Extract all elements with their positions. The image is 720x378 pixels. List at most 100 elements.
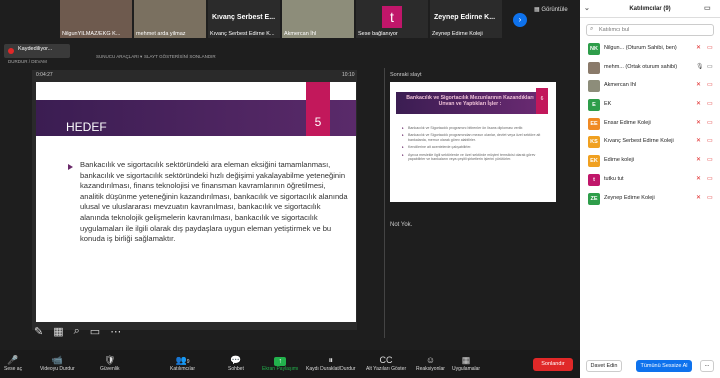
video-off-icon[interactable]: ▭ [707,119,713,126]
recording-indicator[interactable]: Kaydediliyor... [4,44,70,58]
mic-muted-icon[interactable]: ✕ [696,156,701,163]
mute-all-button[interactable]: Tümünü Sessize Al [636,360,692,372]
mic-muted-icon[interactable]: ✕ [696,100,701,107]
subtitles-icon[interactable]: ▭ [90,325,100,338]
toolbar-item[interactable]: 🎤 Sese aç [4,354,22,372]
more-options-icon[interactable]: ⋯ [110,325,121,338]
toolbar-icon: 💬 [230,355,242,365]
list-item[interactable]: KS Kıvanç Serbest Edirne Koleji ✕ ▭ [580,133,720,152]
video-off-icon[interactable]: ▭ [707,44,713,51]
video-thumbnail[interactable]: Akmercan İhl [282,0,354,38]
search-placeholder: Katılımcı bul [599,27,630,33]
video-off-icon[interactable]: ▭ [707,137,713,144]
toolbar-icon: 🎤 [7,355,19,365]
more-button[interactable]: ... [700,360,714,372]
avatar: EK [588,155,600,168]
toolbar-item[interactable]: 🛡 Güvenlik [100,354,119,372]
video-thumbnails: NilgunYILMAZ/EKG K... mehmet arda yilmaz K… [60,0,502,38]
avatar: t [382,6,402,28]
share-screen-icon: ↑ [274,357,287,366]
meeting-toolbar: 🎤 Sese aç 📹 Videoyu Durdur 🛡 Güvenlik 👥9 Katılı… [0,350,580,378]
participant-name: Ensar Edirne Koleji [604,119,651,126]
mic-muted-icon[interactable]: ✕ [696,137,701,144]
toolbar-icon: ▦ [461,355,471,365]
list-item: Ayrıca meslekle ilgili sektörlerde ve öz… [402,153,547,162]
toolbar-item[interactable]: 👥9 Katılımcılar [170,354,195,372]
next-slide-label: Sonraki slayt [390,72,422,78]
toolbar-item[interactable]: ▦ Uygulamalar [452,354,480,372]
participant-list: NK Nilgun... (Oturum Sahibi, ben) ✕ ▭ mehm..… [580,40,720,208]
video-thumbnail[interactable]: Kıvanç Serbest E... Kıvanç Serbest Edirne… [208,0,280,38]
avatar: t [588,173,600,186]
collapse-icon[interactable]: ⌄ [584,0,590,18]
speaker-notes: Not Yok. [390,222,413,228]
mic-muted-icon[interactable]: ✕ [696,175,701,182]
mic-muted-icon[interactable]: ✕ [696,81,701,88]
video-thumbnail[interactable]: Zeynep Edirne K... Zeynep Edirne Koleji [430,0,502,38]
video-off-icon[interactable]: ▭ [707,63,713,70]
participant-name: Akmercan İhl [604,82,637,89]
mic-muted-icon[interactable]: 🎙 [696,63,704,70]
next-page-icon[interactable]: › [513,13,527,27]
slide-body: Bankacılık ve sigortacılık sektöründeki … [80,160,348,244]
view-button[interactable]: ▦ Görüntüle [534,6,568,13]
toolbar-label: Sese aç [4,366,23,372]
toolbar-item[interactable]: ☺ Reaksiyonlar [416,354,445,372]
list-item[interactable]: EE Ensar Edirne Koleji ✕ ▭ [580,115,720,134]
mic-muted-icon[interactable]: ✕ [696,194,701,201]
list-item: Bankacılık ve Sigortacılık programından … [402,133,547,142]
video-off-icon[interactable]: ▭ [707,175,713,182]
toolbar-label: Kaydı Duraklat/Durdur [306,366,356,372]
participant-search[interactable]: ⌕ Katılımcı bul [586,24,714,36]
zoom-icon[interactable]: ⌕ [74,325,80,338]
recording-label: Kaydediliyor... [18,46,53,52]
toolbar-item[interactable]: 💬 Sohbet [228,354,244,372]
list-item[interactable]: NK Nilgun... (Oturum Sahibi, ben) ✕ ▭ [580,40,720,59]
video-off-icon[interactable]: ▭ [707,156,713,163]
invite-button[interactable]: Davet Edin [586,360,622,372]
toolbar-label: Videoyu Durdur [40,366,75,372]
pen-icon[interactable]: ✎ [34,325,43,338]
toolbar-item[interactable]: 📹 Videoyu Durdur [40,354,75,372]
annotation-tools: ✎ ▦ ⌕ ▭ ⋯ [34,325,121,338]
video-off-icon[interactable]: ▭ [707,194,713,201]
toolbar-item[interactable]: ⏸ Kaydı Duraklat/Durdur [306,354,355,372]
next-slide-title: Bankacılık ve Sigortacılık Mezunlarının … [406,95,534,107]
video-off-icon[interactable]: ▭ [707,100,713,107]
popout-icon[interactable]: ▭ [704,0,711,18]
slides-grid-icon[interactable]: ▦ [53,325,63,338]
next-slide-preview[interactable]: Bankacılık ve Sigortacılık Mezunlarının … [390,82,556,202]
search-icon: ⌕ [590,26,594,32]
toolbar-icon: ↑ [262,354,298,366]
toolbar-icon: ⏸ [328,355,333,365]
slide-title: HEDEF [66,120,107,134]
participants-panel: ⌄ Katılımcılar (9) ▭ ⌕ Katılımcı bul NK N… [580,0,720,378]
list-item[interactable]: EK Edirne koleji ✕ ▭ [580,152,720,171]
list-item[interactable]: E EK ✕ ▭ [580,96,720,115]
participant-name: Edirne koleji [604,157,634,164]
video-off-icon[interactable]: ▭ [707,81,713,88]
video-thumbnail[interactable]: NilgunYILMAZ/EKG K... [60,0,132,38]
participant-name: Nilgun... (Oturum Sahibi, ben) [604,45,677,51]
video-thumbnail[interactable]: t Sese bağlanıyor [356,0,428,38]
toolbar-item[interactable]: ↑ Ekran Paylaşımı [262,354,298,372]
list-item[interactable]: ZE Zeynep Edirne Koleji ✕ ▭ [580,190,720,209]
list-item[interactable]: Akmercan İhl ✕ ▭ [580,77,720,96]
meeting-area: NilgunYILMAZ/EKG K... mehmet arda yilmaz K… [0,0,580,378]
end-meeting-button[interactable]: Sonlandır [533,358,573,371]
toolbar-item[interactable]: CC Alt Yazıları Göster [366,354,406,372]
toolbar-icon: ☺ [425,355,436,365]
participant-name: EK [604,101,612,108]
thumbnail-name: Kıvanç Serbest Edirne K... [210,31,275,37]
presenter-tools[interactable]: SUNUCU ARAÇLARI ▾ [96,54,142,60]
thumbnail-name: NilgunYILMAZ/EKG K... [62,31,121,37]
video-thumbnail[interactable]: mehmet arda yilmaz [134,0,206,38]
avatar: E [588,99,600,112]
list-item[interactable]: t tutku tut ✕ ▭ [580,171,720,190]
avatar: EE [588,117,600,130]
end-slideshow[interactable]: SLAYT GÖSTERİSİNİ SONLANDIR [144,54,216,59]
mic-muted-icon[interactable]: ✕ [696,119,701,126]
participant-count: 9 [186,359,190,365]
list-item[interactable]: mehm... (Ortak oturum sahibi) 🎙 ▭ [580,59,720,78]
mic-muted-icon[interactable]: ✕ [696,44,701,51]
